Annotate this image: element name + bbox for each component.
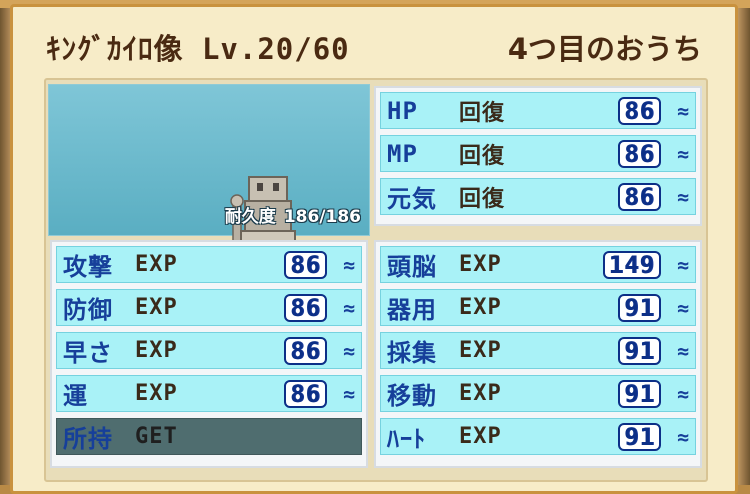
stat-value: 86 bbox=[284, 380, 327, 408]
item-title: ｷﾝｸﾞｶｲﾛ像 Lv.20/60 bbox=[46, 32, 350, 66]
stat-value: 91 bbox=[618, 294, 661, 322]
stat-type: EXP bbox=[459, 338, 502, 363]
stat-label: HP bbox=[387, 96, 418, 125]
stat-type: EXP bbox=[459, 381, 502, 406]
stat-label: 攻撃 bbox=[63, 253, 113, 281]
wave-icon: ≈ bbox=[676, 296, 689, 320]
stat-row-gathering: 採集 EXP 91 ≈ bbox=[380, 332, 696, 369]
stat-row-speed: 早さ EXP 86 ≈ bbox=[56, 332, 362, 369]
stat-type: EXP bbox=[459, 424, 502, 449]
stat-value-number: 86 bbox=[284, 380, 327, 408]
stat-value: 86 bbox=[284, 294, 327, 322]
stat-value-number: 86 bbox=[618, 183, 661, 211]
wave-icon: ≈ bbox=[676, 253, 689, 277]
stat-label: ﾊｰﾄ bbox=[387, 425, 426, 453]
stat-type: EXP bbox=[135, 381, 178, 406]
stat-value-number: 91 bbox=[618, 423, 661, 451]
stat-label: 移動 bbox=[387, 382, 437, 410]
stat-label: 早さ bbox=[63, 339, 113, 367]
stat-row-dexterity: 器用 EXP 91 ≈ bbox=[380, 289, 696, 326]
durability-readout: 耐久度 186/186 bbox=[225, 202, 361, 227]
stat-value-number: 149 bbox=[602, 251, 661, 279]
stat-type: 回復 bbox=[459, 143, 506, 169]
stat-value: 91 bbox=[618, 380, 661, 408]
wave-icon: ≈ bbox=[342, 339, 355, 363]
stat-type: GET bbox=[135, 424, 178, 449]
stat-label: 器用 bbox=[387, 296, 437, 324]
stat-value: 86 bbox=[284, 337, 327, 365]
left-stats-box: 攻撃 EXP 86 ≈ 防御 EXP 86 ≈ 早さ EXP 86 ≈ 運 EX… bbox=[50, 240, 368, 468]
location-label: 4つ目のおうち bbox=[507, 32, 702, 66]
wave-icon: ≈ bbox=[676, 425, 689, 449]
stat-row-luck: 運 EXP 86 ≈ bbox=[56, 375, 362, 412]
stat-value: 86 bbox=[284, 251, 327, 279]
stat-value-number: 86 bbox=[284, 337, 327, 365]
stat-label: 採集 bbox=[387, 339, 437, 367]
stat-label: 運 bbox=[63, 382, 88, 410]
recovery-box: HP 回復 86 ≈ MP 回復 86 ≈ 元気 回復 86 ≈ bbox=[374, 86, 702, 226]
wave-icon: ≈ bbox=[676, 142, 689, 166]
wave-icon: ≈ bbox=[676, 99, 689, 123]
stat-type: EXP bbox=[459, 295, 502, 320]
stat-type: 回復 bbox=[459, 186, 506, 212]
recovery-row-mp: MP 回復 86 ≈ bbox=[380, 135, 696, 172]
stat-value: 86 bbox=[618, 97, 661, 125]
stat-label: MP bbox=[387, 139, 418, 168]
stat-value: 86 bbox=[618, 183, 661, 211]
right-stats-box: 頭脳 EXP 149 ≈ 器用 EXP 91 ≈ 採集 EXP 91 ≈ 移動 … bbox=[374, 240, 702, 468]
stat-value-number: 86 bbox=[618, 97, 661, 125]
stat-value-number: 86 bbox=[284, 294, 327, 322]
stat-row-defense: 防御 EXP 86 ≈ bbox=[56, 289, 362, 326]
wave-icon: ≈ bbox=[342, 296, 355, 320]
item-portrait: 耐久度 186/186 bbox=[48, 84, 370, 316]
stat-label: 所持 bbox=[63, 425, 113, 453]
background-right-edge bbox=[736, 0, 750, 485]
stat-value-number: 91 bbox=[618, 380, 661, 408]
wave-icon: ≈ bbox=[342, 382, 355, 406]
stat-type: EXP bbox=[135, 252, 178, 277]
stat-type: EXP bbox=[459, 252, 502, 277]
stat-value: 86 bbox=[618, 140, 661, 168]
stat-value-number: 86 bbox=[284, 251, 327, 279]
durability-value: 186/186 bbox=[283, 207, 361, 227]
durability-label: 耐久度 bbox=[224, 207, 276, 227]
stat-value-number: 86 bbox=[618, 140, 661, 168]
stat-row-intellect: 頭脳 EXP 149 ≈ bbox=[380, 246, 696, 283]
recovery-row-stamina: 元気 回復 86 ≈ bbox=[380, 178, 696, 215]
stat-row-possession: 所持 GET bbox=[56, 418, 362, 455]
stat-label: 頭脳 bbox=[387, 253, 437, 281]
stat-type: 回復 bbox=[459, 100, 506, 126]
wave-icon: ≈ bbox=[342, 253, 355, 277]
panel-header: ｷﾝｸﾞｶｲﾛ像 Lv.20/60 4つ目のおうち bbox=[20, 18, 730, 68]
stat-row-movement: 移動 EXP 91 ≈ bbox=[380, 375, 696, 412]
stat-value: 91 bbox=[618, 337, 661, 365]
stat-label: 元気 bbox=[387, 185, 437, 213]
wave-icon: ≈ bbox=[676, 339, 689, 363]
wave-icon: ≈ bbox=[676, 382, 689, 406]
stat-row-attack: 攻撃 EXP 86 ≈ bbox=[56, 246, 362, 283]
recovery-row-hp: HP 回復 86 ≈ bbox=[380, 92, 696, 129]
stat-type: EXP bbox=[135, 338, 178, 363]
stat-label: 防御 bbox=[63, 296, 113, 324]
stat-value: 91 bbox=[618, 423, 661, 451]
stat-type: EXP bbox=[135, 295, 178, 320]
wave-icon: ≈ bbox=[676, 185, 689, 209]
stat-value: 149 bbox=[602, 251, 661, 279]
stat-value-number: 91 bbox=[618, 337, 661, 365]
stat-row-heart: ﾊｰﾄ EXP 91 ≈ bbox=[380, 418, 696, 455]
stat-value-number: 91 bbox=[618, 294, 661, 322]
